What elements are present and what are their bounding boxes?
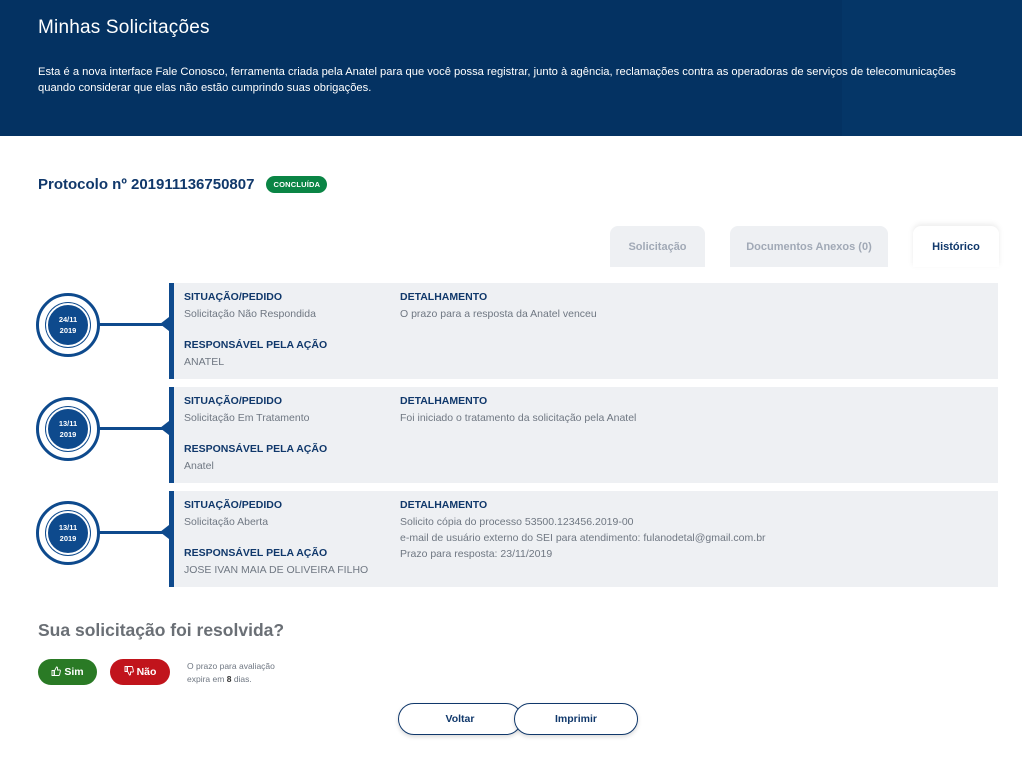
detalhamento-label: DETALHAMENTO <box>400 499 488 511</box>
tab-solicitacao[interactable]: Solicitação <box>610 226 705 267</box>
date-day: 24/11 <box>58 315 78 324</box>
yes-button[interactable]: Sim <box>38 659 97 685</box>
thumbs-down-icon <box>124 665 134 679</box>
timeline-arrow <box>160 525 169 539</box>
protocol-number: Protocolo nº 201911136750807 <box>38 176 255 193</box>
yes-button-label: Sim <box>64 666 84 678</box>
responsavel-label: RESPONSÁVEL PELA AÇÃO <box>184 443 328 455</box>
detalhamento-value: O prazo para a resposta da Anatel venceu <box>400 308 597 320</box>
situacao-label: SITUAÇÃO/PEDIDO <box>184 395 283 407</box>
no-button[interactable]: Não <box>110 659 170 685</box>
timeline-connector <box>99 531 163 534</box>
page-header: Minhas Solicitações Esta é a nova interf… <box>0 0 1022 136</box>
no-button-label: Não <box>136 666 157 678</box>
detalhamento-value: Solicito cópia do processo 53500.123456.… <box>400 516 634 528</box>
date-circle: 24/11 2019 <box>36 293 100 357</box>
deadline-days: 8 <box>226 674 232 684</box>
date-year: 2019 <box>59 326 77 335</box>
deadline-line2: expira em 8 dias. <box>187 673 275 686</box>
history-card: SITUAÇÃO/PEDIDO Solicitação Não Respondi… <box>169 283 998 379</box>
date-year: 2019 <box>59 534 77 543</box>
tab-historico[interactable]: Histórico <box>913 226 999 267</box>
detalhamento-value: Foi iniciado o tratamento da solicitação… <box>400 412 637 424</box>
date-circle: 13/11 2019 <box>36 501 100 565</box>
detalhamento-value: e-mail de usuário externo do SEI para at… <box>400 532 766 544</box>
protocol-row: Protocolo nº 201911136750807 CONCLUÍDA <box>38 176 328 193</box>
date-day: 13/11 <box>58 419 78 428</box>
deadline-suffix: dias. <box>233 674 252 684</box>
detalhamento-label: DETALHAMENTO <box>400 395 488 407</box>
page-title: Minhas Solicitações <box>38 17 210 38</box>
responsavel-value: ANATEL <box>184 356 225 368</box>
timeline-arrow <box>160 317 169 331</box>
evaluation-deadline: O prazo para avaliação expira em 8 dias. <box>187 660 275 686</box>
situacao-value: Solicitação Aberta <box>184 516 269 528</box>
responsavel-value: Anatel <box>184 460 214 472</box>
responsavel-label: RESPONSÁVEL PELA AÇÃO <box>184 339 328 351</box>
responsavel-label: RESPONSÁVEL PELA AÇÃO <box>184 547 328 559</box>
timeline-arrow <box>160 421 169 435</box>
situacao-value: Solicitação Não Respondida <box>184 308 316 320</box>
detalhamento-value: Prazo para resposta: 23/11/2019 <box>400 548 553 560</box>
deadline-line1: O prazo para avaliação <box>187 661 275 671</box>
deadline-prefix: expira em <box>187 674 225 684</box>
situacao-value: Solicitação Em Tratamento <box>184 412 310 424</box>
timeline-connector <box>99 427 163 430</box>
date-circle: 13/11 2019 <box>36 397 100 461</box>
page-description: Esta é a nova interface Fale Conosco, fe… <box>38 66 956 94</box>
history-item: 13/11 2019 SITUAÇÃO/PEDIDO Solicitação A… <box>0 491 1022 587</box>
situacao-label: SITUAÇÃO/PEDIDO <box>184 291 283 303</box>
date-year: 2019 <box>59 430 77 439</box>
back-button[interactable]: Voltar <box>398 703 522 735</box>
thumbs-up-icon <box>51 666 62 679</box>
timeline-connector <box>99 323 163 326</box>
history-card: SITUAÇÃO/PEDIDO Solicitação Aberta RESPO… <box>169 491 998 587</box>
feedback-question: Sua solicitação foi resolvida? <box>38 620 285 640</box>
status-badge: CONCLUÍDA <box>266 176 328 193</box>
history-item: 24/11 2019 SITUAÇÃO/PEDIDO Solicitação N… <box>0 283 1022 379</box>
situacao-label: SITUAÇÃO/PEDIDO <box>184 499 283 511</box>
tab-documentos-anexos[interactable]: Documentos Anexos (0) <box>730 226 888 267</box>
detalhamento-label: DETALHAMENTO <box>400 291 488 303</box>
date-day: 13/11 <box>58 523 78 532</box>
history-card: SITUAÇÃO/PEDIDO Solicitação Em Tratament… <box>169 387 998 483</box>
print-button[interactable]: Imprimir <box>514 703 638 735</box>
responsavel-value: JOSE IVAN MAIA DE OLIVEIRA FILHO <box>184 564 369 576</box>
history-item: 13/11 2019 SITUAÇÃO/PEDIDO Solicitação E… <box>0 387 1022 483</box>
